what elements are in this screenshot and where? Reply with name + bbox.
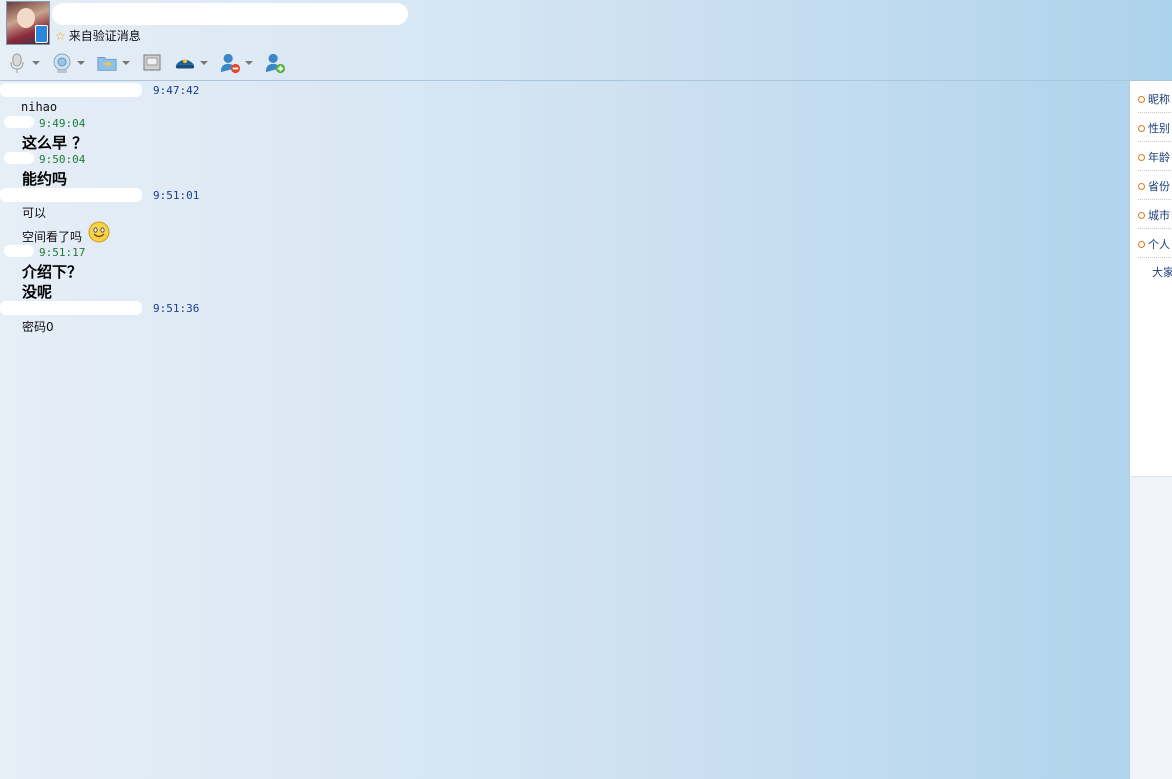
chat-window-header: ☆ 来自验证消息 — [0, 0, 1172, 81]
divider — [1138, 112, 1172, 113]
message-time: 9:51:17 — [39, 246, 86, 259]
profile-field-label: 省份 — [1148, 180, 1170, 193]
chevron-down-icon[interactable] — [200, 61, 208, 65]
chevron-down-icon[interactable] — [122, 61, 130, 65]
video-call-button[interactable] — [51, 51, 85, 75]
chevron-down-icon[interactable] — [245, 61, 253, 65]
profile-field-city: 城市 — [1138, 207, 1170, 223]
folder-icon — [96, 52, 118, 74]
app-hat-icon — [174, 52, 196, 74]
verify-source: ☆ 来自验证消息 — [55, 27, 141, 44]
sender-name-redacted — [0, 301, 142, 315]
profile-field-label: 年龄 — [1148, 151, 1170, 164]
message-text: nihao — [21, 100, 58, 114]
message-time: 9:51:01 — [153, 189, 200, 202]
add-friend-button[interactable] — [264, 51, 286, 75]
sender-name-redacted — [4, 152, 34, 164]
microphone-icon — [6, 52, 28, 74]
bullet-icon — [1138, 211, 1145, 219]
profile-field-personal: 个人 — [1138, 236, 1170, 252]
message-text: 密码0 — [22, 320, 54, 334]
contact-avatar[interactable] — [6, 1, 50, 45]
verify-text: 来自验证消息 — [68, 29, 141, 43]
profile-field-label: 城市 — [1148, 209, 1170, 222]
profile-footer: 大家 — [1152, 264, 1172, 280]
contact-name-redacted — [52, 3, 408, 25]
remote-desktop-button[interactable] — [141, 51, 163, 75]
divider — [1138, 141, 1172, 142]
divider — [1138, 170, 1172, 171]
block-user-button[interactable] — [219, 51, 253, 75]
profile-panel-lower — [1130, 476, 1172, 779]
bullet-icon — [1138, 153, 1145, 161]
chevron-down-icon[interactable] — [77, 61, 85, 65]
profile-field-age: 年龄 — [1138, 149, 1170, 165]
divider — [1138, 199, 1172, 200]
chat-toolbar — [6, 50, 297, 76]
mobile-online-icon — [35, 25, 48, 43]
user-add-icon — [264, 52, 286, 74]
profile-field-label: 昵称 — [1148, 93, 1170, 106]
bullet-icon — [1138, 182, 1145, 190]
message-text: 空间看了吗 — [22, 230, 83, 244]
message-text: 介绍下？ — [22, 263, 83, 281]
sender-name-redacted — [4, 116, 34, 128]
profile-field-label: 个人 — [1148, 238, 1170, 251]
send-file-button[interactable] — [96, 51, 130, 75]
divider — [1138, 228, 1172, 229]
user-remove-icon — [219, 52, 241, 74]
voice-call-button[interactable] — [6, 51, 40, 75]
chevron-down-icon[interactable] — [32, 61, 40, 65]
application-button[interactable] — [174, 51, 208, 75]
profile-field-gender: 性别 — [1138, 120, 1170, 136]
bullet-icon — [1138, 95, 1145, 103]
profile-panel: 昵称 性别 年龄 省份 城市 个人 大家 — [1129, 81, 1172, 779]
message-time: 9:51:36 — [153, 302, 200, 315]
message-text: 没呢 — [22, 283, 53, 301]
profile-field-nickname: 昵称 — [1138, 91, 1170, 107]
message-time: 9:50:04 — [39, 153, 86, 166]
bullet-icon — [1138, 124, 1145, 132]
smiley-emoji-icon — [88, 221, 110, 246]
sender-name-redacted — [4, 245, 34, 257]
avatar-face — [17, 8, 35, 28]
message-text: 能约吗 — [22, 170, 68, 188]
webcam-icon — [51, 52, 73, 74]
profile-field-province: 省份 — [1138, 178, 1170, 194]
screen-icon — [141, 52, 163, 74]
profile-field-label: 性别 — [1148, 122, 1170, 135]
sender-name-redacted — [0, 83, 142, 97]
star-icon: ☆ — [55, 28, 66, 43]
message-time: 9:47:42 — [153, 84, 200, 97]
message-text: 这么早 ？ — [22, 134, 88, 152]
sender-name-redacted — [0, 188, 142, 202]
bullet-icon — [1138, 240, 1145, 248]
chat-history[interactable]: 9:47:42 nihao 9:49:04 这么早 ？ 9:50:04 能约吗 … — [0, 81, 1128, 778]
divider — [1138, 257, 1172, 258]
message-time: 9:49:04 — [39, 117, 86, 130]
message-text: 可以 — [22, 206, 47, 220]
profile-footer-text: 大家 — [1152, 266, 1172, 279]
